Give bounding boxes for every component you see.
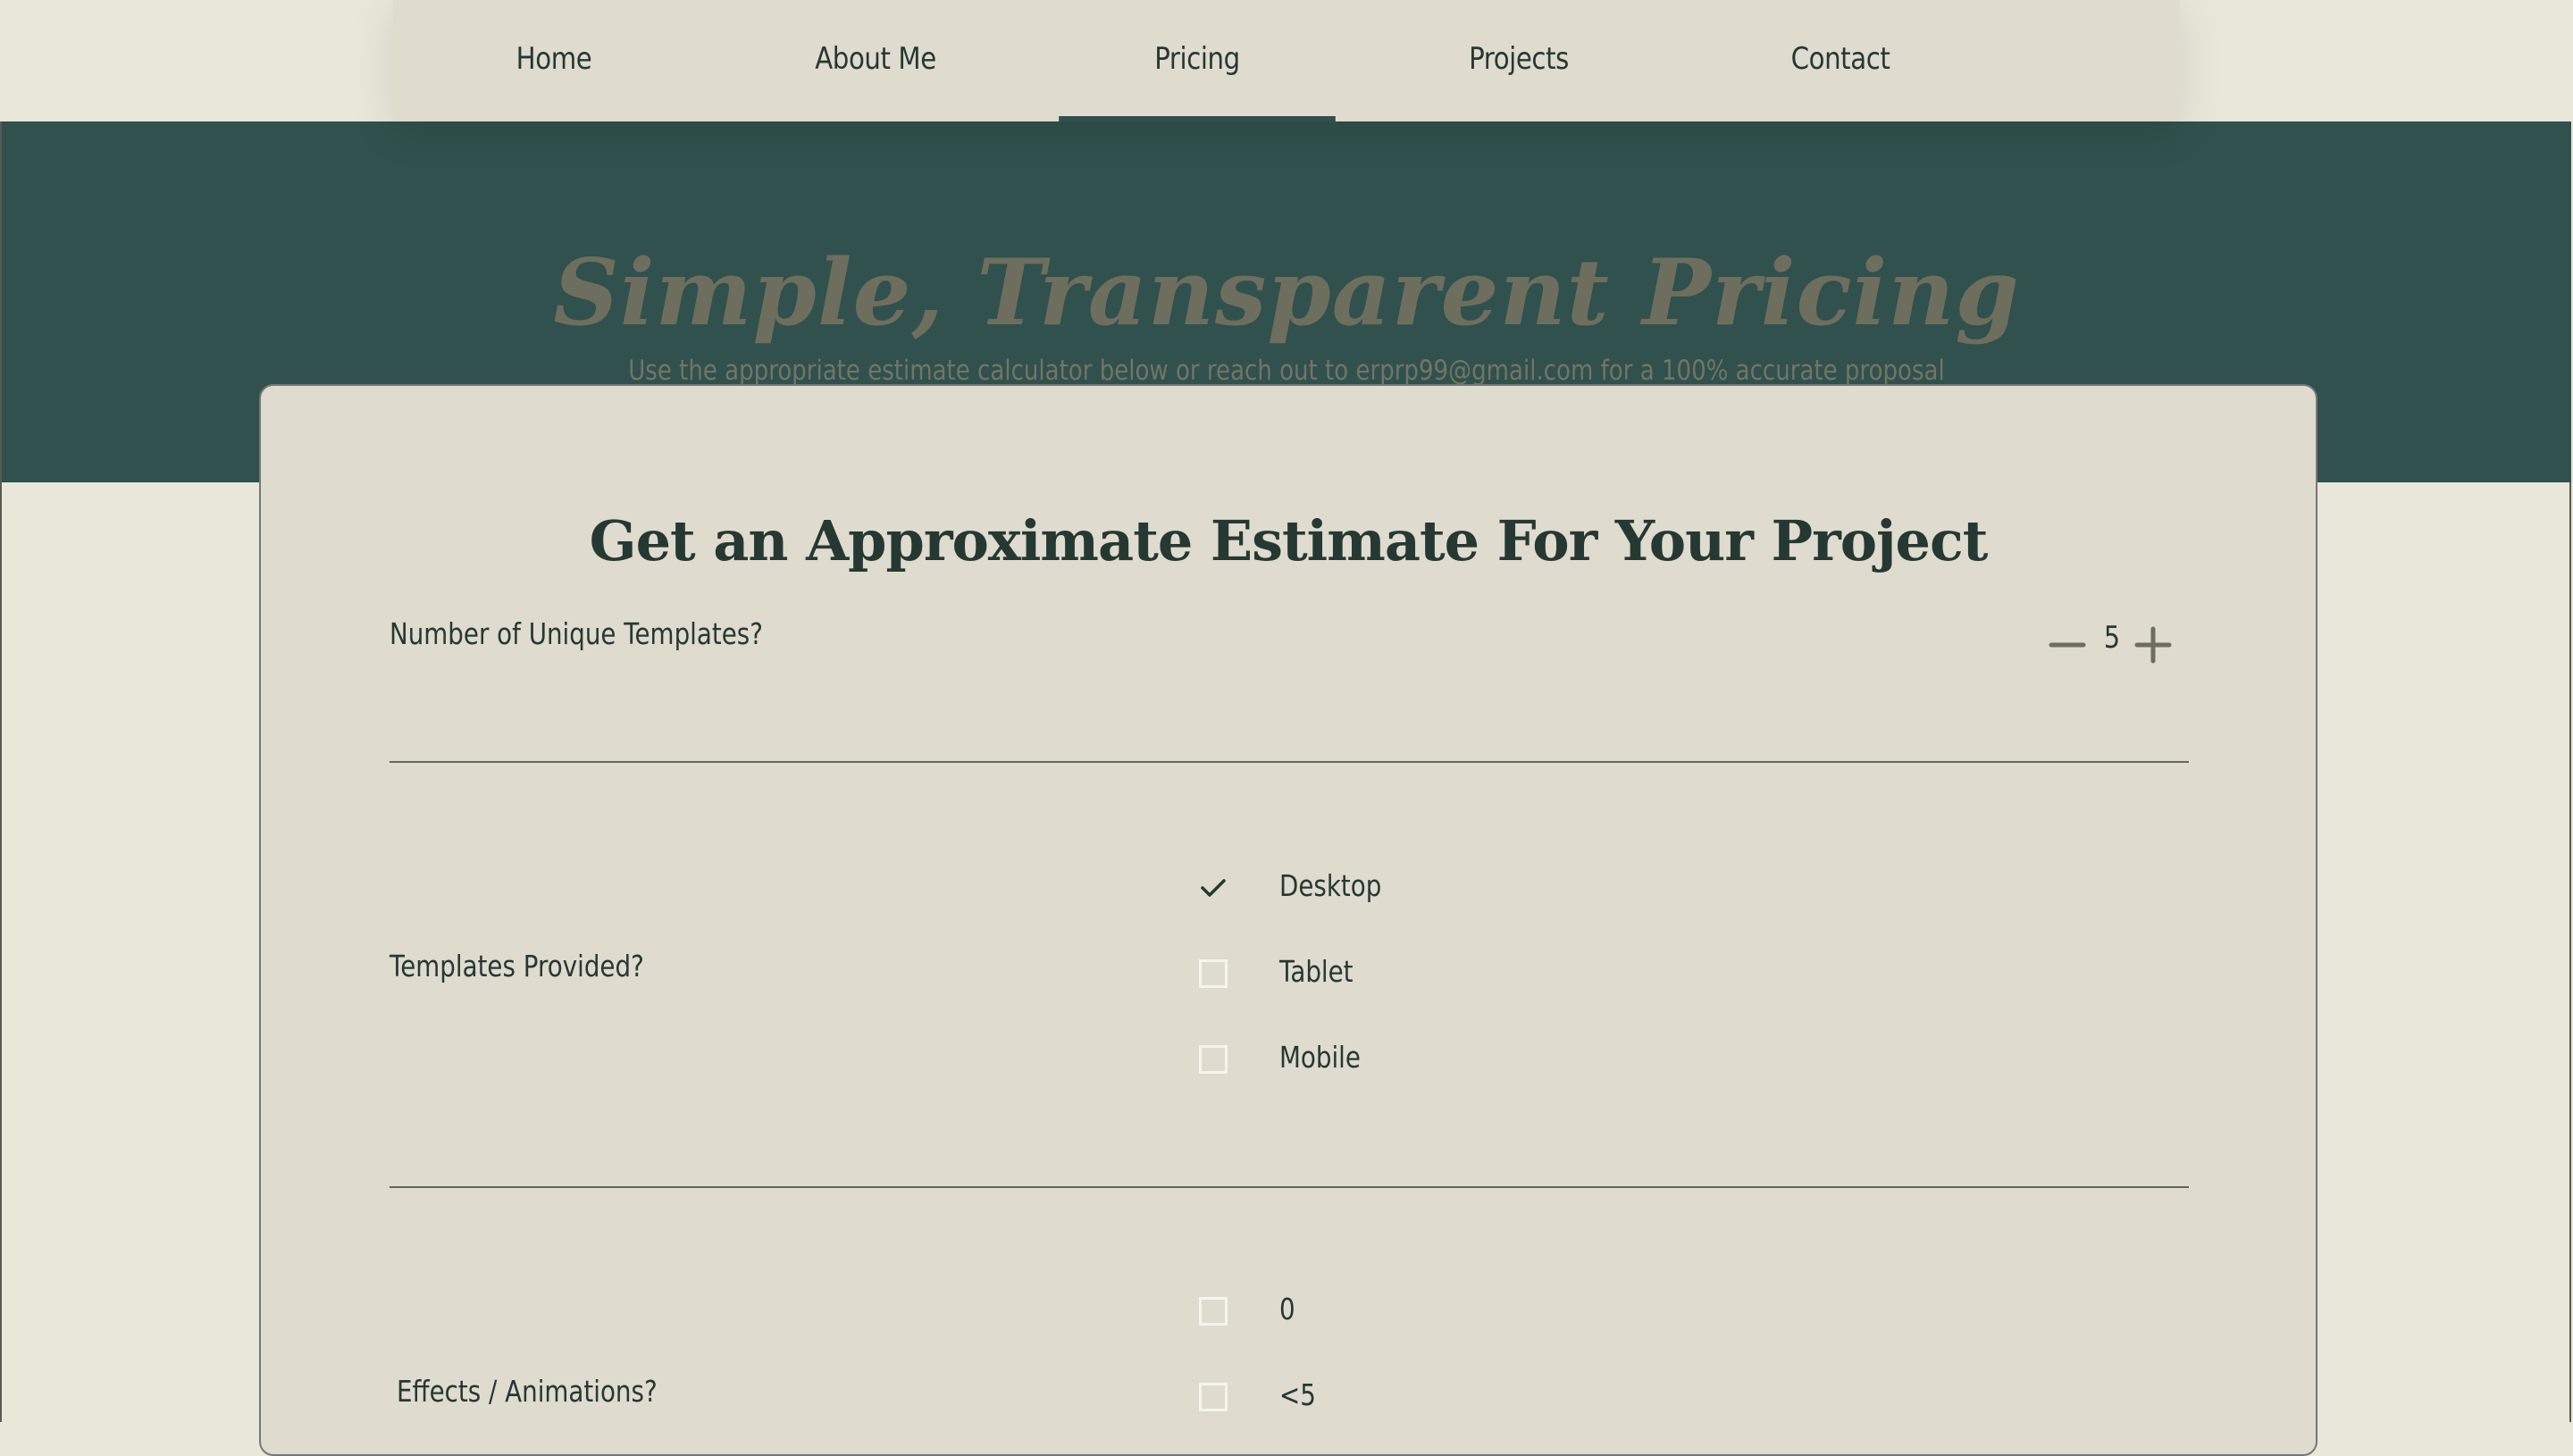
option-mobile[interactable]: Mobile xyxy=(1199,1033,1646,1086)
option-effects-under-5[interactable]: <5 xyxy=(1199,1370,1646,1424)
effects-0-label: 0 xyxy=(1279,1292,1295,1326)
unique-templates-value: 5 xyxy=(2103,620,2121,656)
nav-item-pricing[interactable]: Pricing xyxy=(1059,0,1336,121)
effects-under-5-checkbox[interactable] xyxy=(1199,1383,1228,1411)
mobile-checkbox[interactable] xyxy=(1199,1045,1228,1074)
templates-provided-label: Templates Provided? xyxy=(390,949,644,983)
effects-animations-label: Effects / Animations? xyxy=(397,1374,658,1409)
top-navigation: Home About Me Pricing Projects Contact xyxy=(393,0,2180,121)
unique-templates-label: Number of Unique Templates? xyxy=(390,616,763,651)
nav-item-about-me[interactable]: About Me xyxy=(737,0,1014,118)
hero-title: Simple, Transparent Pricing xyxy=(553,239,2020,347)
effects-under-5-label: <5 xyxy=(1279,1377,1316,1412)
tablet-checkbox[interactable] xyxy=(1199,959,1228,988)
nav-item-home[interactable]: Home xyxy=(415,0,692,118)
minus-icon xyxy=(2049,642,2086,648)
estimate-calculator-card: Get an Approximate Estimate For Your Pro… xyxy=(259,384,2317,1456)
tablet-label: Tablet xyxy=(1279,954,1354,989)
option-tablet[interactable]: Tablet xyxy=(1199,947,1646,1000)
decrement-templates-button[interactable] xyxy=(2048,625,2087,665)
section-divider xyxy=(390,761,2189,763)
plus-icon xyxy=(2134,626,2172,664)
effects-0-checkbox[interactable] xyxy=(1199,1297,1228,1326)
desktop-checkbox[interactable] xyxy=(1199,874,1228,902)
option-effects-0[interactable]: 0 xyxy=(1199,1284,1646,1338)
option-desktop[interactable]: Desktop xyxy=(1199,861,1646,915)
estimate-calculator-title: Get an Approximate Estimate For Your Pro… xyxy=(589,508,1989,574)
nav-item-contact[interactable]: Contact xyxy=(1702,0,1979,118)
increment-templates-button[interactable] xyxy=(2133,625,2173,665)
desktop-label: Desktop xyxy=(1279,868,1382,903)
hero-subtitle: Use the appropriate estimate calculator … xyxy=(628,355,1945,387)
check-icon xyxy=(1201,879,1226,897)
unique-templates-stepper: 5 xyxy=(2048,618,2191,672)
nav-item-projects[interactable]: Projects xyxy=(1380,0,1657,118)
section-divider xyxy=(390,1186,2189,1188)
mobile-label: Mobile xyxy=(1279,1040,1361,1075)
